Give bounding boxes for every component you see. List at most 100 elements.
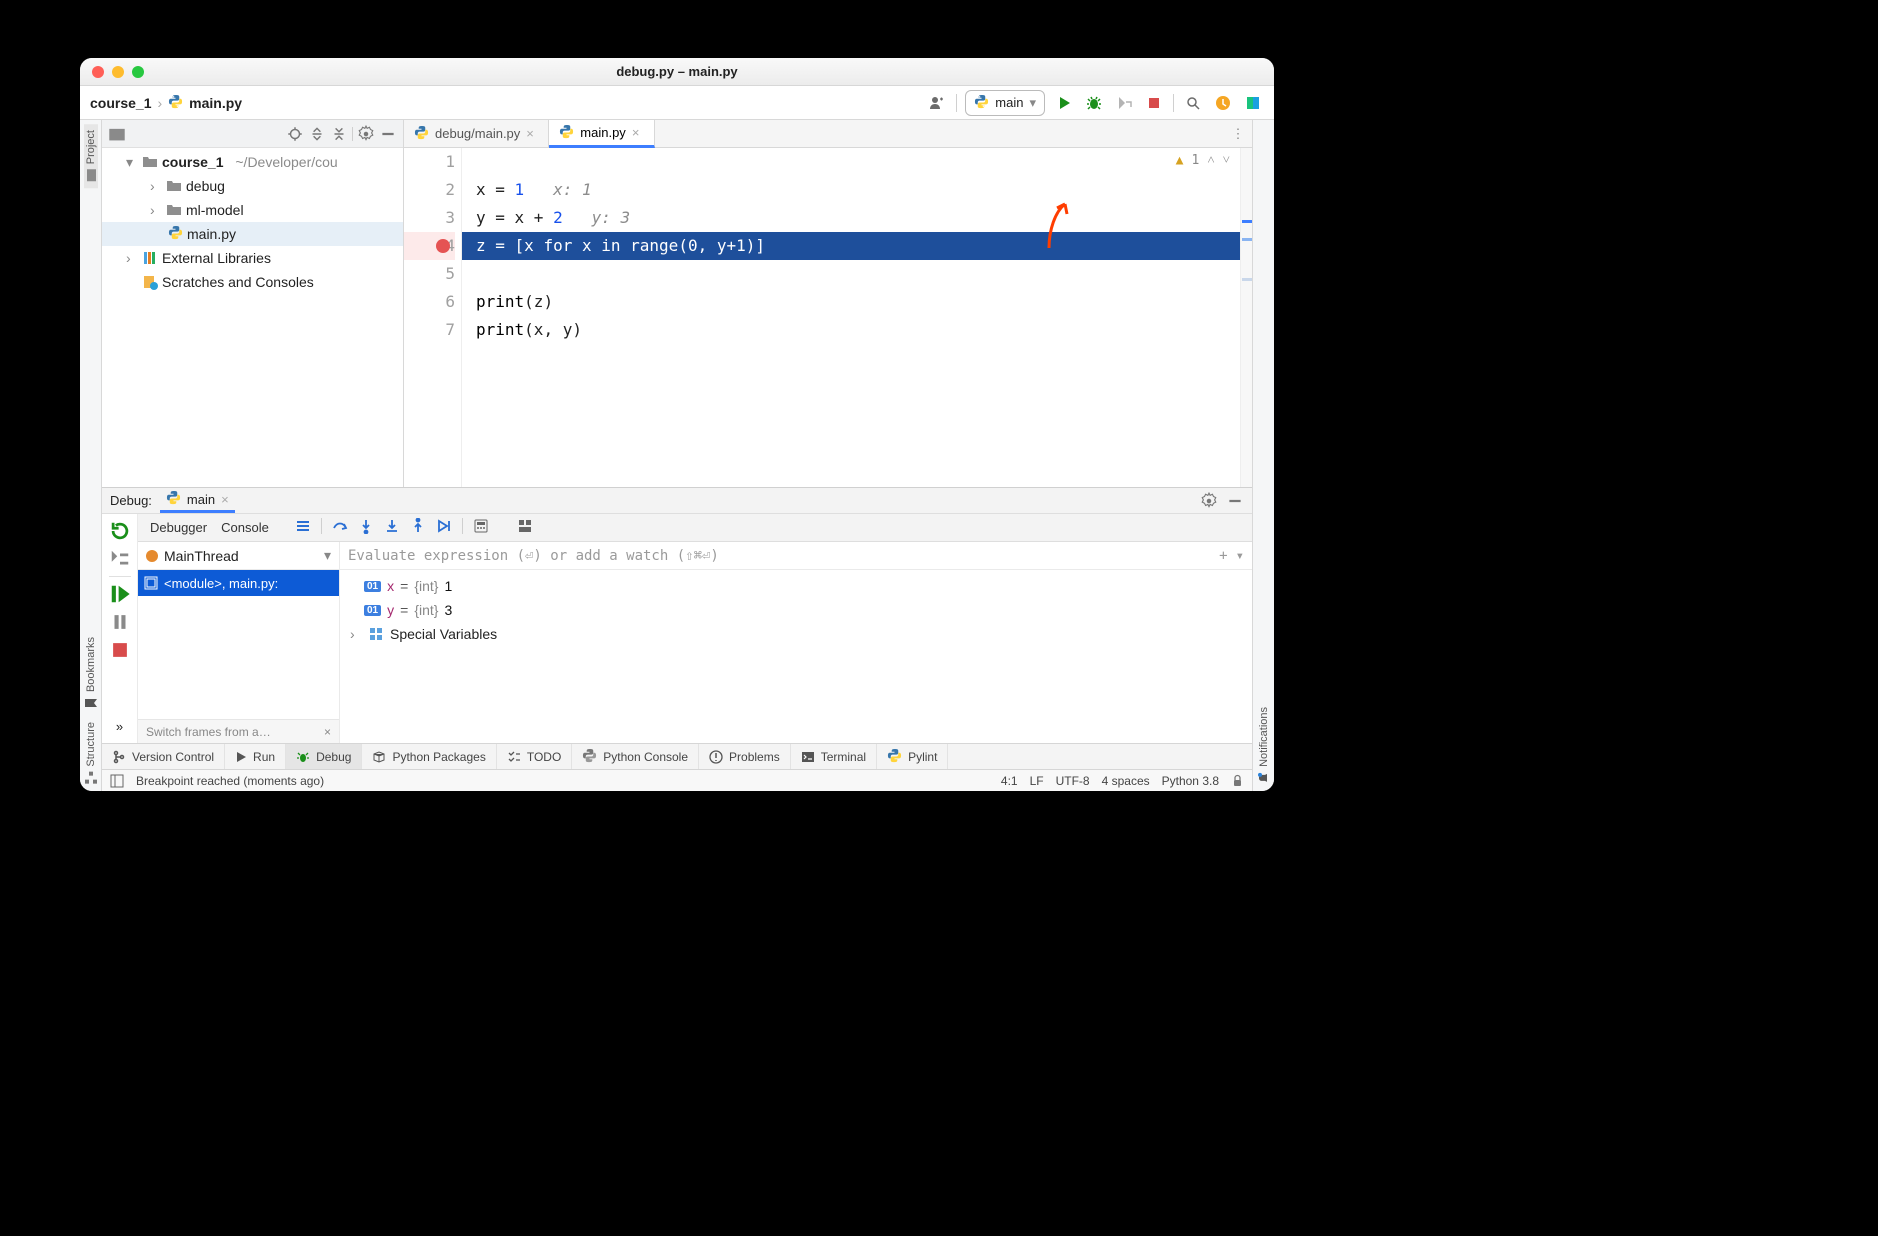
breadcrumb[interactable]: course_1 › main.py [90,94,242,112]
stop-button[interactable] [1143,92,1165,114]
project-tool-button[interactable]: Project [84,124,98,188]
project-tree[interactable]: ▾ course_1 ~/Developer/cou › debug › [102,148,403,487]
select-open-file-icon[interactable] [286,125,304,143]
prev-highlight-icon[interactable]: ˄ [1207,152,1214,168]
btool-debug[interactable]: Debug [286,744,362,769]
frames-hint[interactable]: Switch frames from a… × [138,719,339,743]
step-over-icon[interactable] [332,518,348,537]
ide-icon[interactable] [1242,92,1264,114]
debug-config-tab[interactable]: main × [160,488,235,513]
tree-file-main[interactable]: main.py [102,222,403,246]
console-subtab[interactable]: Console [221,520,269,535]
run-to-cursor-icon[interactable] [436,518,452,537]
frame-row[interactable]: <module>, main.py: [138,570,339,596]
lock-icon[interactable] [1231,774,1244,787]
btool-problems[interactable]: Problems [699,744,791,769]
tree-folder-ml-model[interactable]: › ml-model [102,198,403,222]
close-icon[interactable]: × [221,492,229,507]
stop-debug-button[interactable] [109,639,131,661]
bug-icon [296,750,310,764]
user-icon[interactable] [926,92,948,114]
btool-version-control[interactable]: Version Control [102,744,225,769]
show-frames-icon[interactable] [295,518,311,537]
editor-tab-main[interactable]: main.py × [549,120,655,148]
code-area[interactable]: 123 4 567 ▲ 1 ˄ ˅ [404,148,1252,487]
project-dropdown-icon[interactable] [108,125,126,143]
add-watch-icon[interactable]: + [1219,548,1227,564]
editor-tab-debug-main[interactable]: debug/main.py × [404,120,549,147]
special-variables-row[interactable]: › Special Variables [346,622,1246,646]
next-highlight-icon[interactable]: ˅ [1223,152,1230,168]
close-icon[interactable]: × [632,125,644,140]
frame-icon [144,576,158,590]
run-config-dropdown[interactable]: main ▾ [965,90,1045,116]
close-icon[interactable]: × [324,725,331,739]
status-caret-pos[interactable]: 4:1 [1001,774,1018,788]
btool-terminal[interactable]: Terminal [791,744,877,769]
tree-external-libs[interactable]: › External Libraries [102,246,403,270]
inspection-widget[interactable]: ▲ 1 ˄ ˅ [1176,152,1230,168]
hide-panel-icon[interactable] [1226,492,1244,510]
status-line-ending[interactable]: LF [1030,774,1044,788]
chevron-right-icon[interactable]: › [126,250,138,266]
debug-button[interactable] [1083,92,1105,114]
chevron-right-icon[interactable]: › [350,626,362,642]
run-button[interactable] [1053,92,1075,114]
status-encoding[interactable]: UTF-8 [1056,774,1090,788]
chevron-down-icon[interactable]: ▾ [126,154,138,171]
structure-tool-button[interactable]: Structure [84,716,98,791]
debugger-subtab[interactable]: Debugger [150,520,207,535]
step-out-icon[interactable] [410,518,426,537]
evaluate-input[interactable]: Evaluate expression (⏎) or add a watch (… [340,542,1252,570]
tree-root[interactable]: ▾ course_1 ~/Developer/cou [102,150,403,174]
gear-icon[interactable] [1200,492,1218,510]
more-controls-icon[interactable]: » [109,715,131,737]
search-icon[interactable] [1182,92,1204,114]
chevron-right-icon[interactable]: › [150,202,162,218]
breakpoint-icon[interactable] [436,239,450,253]
btool-python-console[interactable]: Python Console [572,744,699,769]
breadcrumb-file[interactable]: main.py [189,95,242,111]
close-window-icon[interactable] [92,66,104,78]
tabs-more-icon[interactable]: ⋮ [1224,120,1252,147]
thread-selector[interactable]: MainThread ▾ [138,542,339,570]
evaluate-icon[interactable] [473,518,489,537]
modify-run-button[interactable] [109,548,131,570]
breadcrumb-root[interactable]: course_1 [90,95,151,111]
status-indent[interactable]: 4 spaces [1102,774,1150,788]
bookmarks-tool-button[interactable]: Bookmarks [84,631,98,716]
tool-windows-icon[interactable] [110,774,124,788]
layout-icon[interactable] [517,518,533,537]
tree-scratches[interactable]: Scratches and Consoles [102,270,403,294]
variable-row[interactable]: 01 x = {int} 1 [346,574,1246,598]
gear-icon[interactable] [357,125,375,143]
expand-all-icon[interactable] [308,125,326,143]
step-into-my-code-icon[interactable] [384,518,400,537]
variables-list[interactable]: 01 x = {int} 1 01 y = [340,570,1252,743]
run-with-coverage-button[interactable] [1113,92,1135,114]
chevron-down-icon[interactable]: ▾ [1236,548,1244,564]
btool-run[interactable]: Run [225,744,286,769]
btool-pylint[interactable]: Pylint [877,744,948,769]
zoom-window-icon[interactable] [132,66,144,78]
sync-icon[interactable] [1212,92,1234,114]
chevron-right-icon[interactable]: › [150,178,162,194]
hide-panel-icon[interactable] [379,125,397,143]
status-interpreter[interactable]: Python 3.8 [1162,774,1219,788]
error-stripe[interactable] [1240,148,1252,487]
step-into-icon[interactable] [358,518,374,537]
minimize-window-icon[interactable] [112,66,124,78]
close-icon[interactable]: × [526,126,538,141]
gutter[interactable]: 123 4 567 [404,148,462,487]
collapse-all-icon[interactable] [330,125,348,143]
btool-todo[interactable]: TODO [497,744,572,769]
tree-folder-debug[interactable]: › debug [102,174,403,198]
btool-python-packages[interactable]: Python Packages [362,744,496,769]
rerun-button[interactable] [109,520,131,542]
titlebar[interactable]: debug.py – main.py [80,58,1274,86]
notifications-tool-button[interactable]: Notifications [1257,701,1271,791]
resume-button[interactable] [109,583,131,605]
pause-button[interactable] [109,611,131,633]
code-content[interactable]: ▲ 1 ˄ ˅ x = 1 x: 1 y = x + 2 y: 3 z = [x… [462,148,1240,487]
variable-row[interactable]: 01 y = {int} 3 [346,598,1246,622]
